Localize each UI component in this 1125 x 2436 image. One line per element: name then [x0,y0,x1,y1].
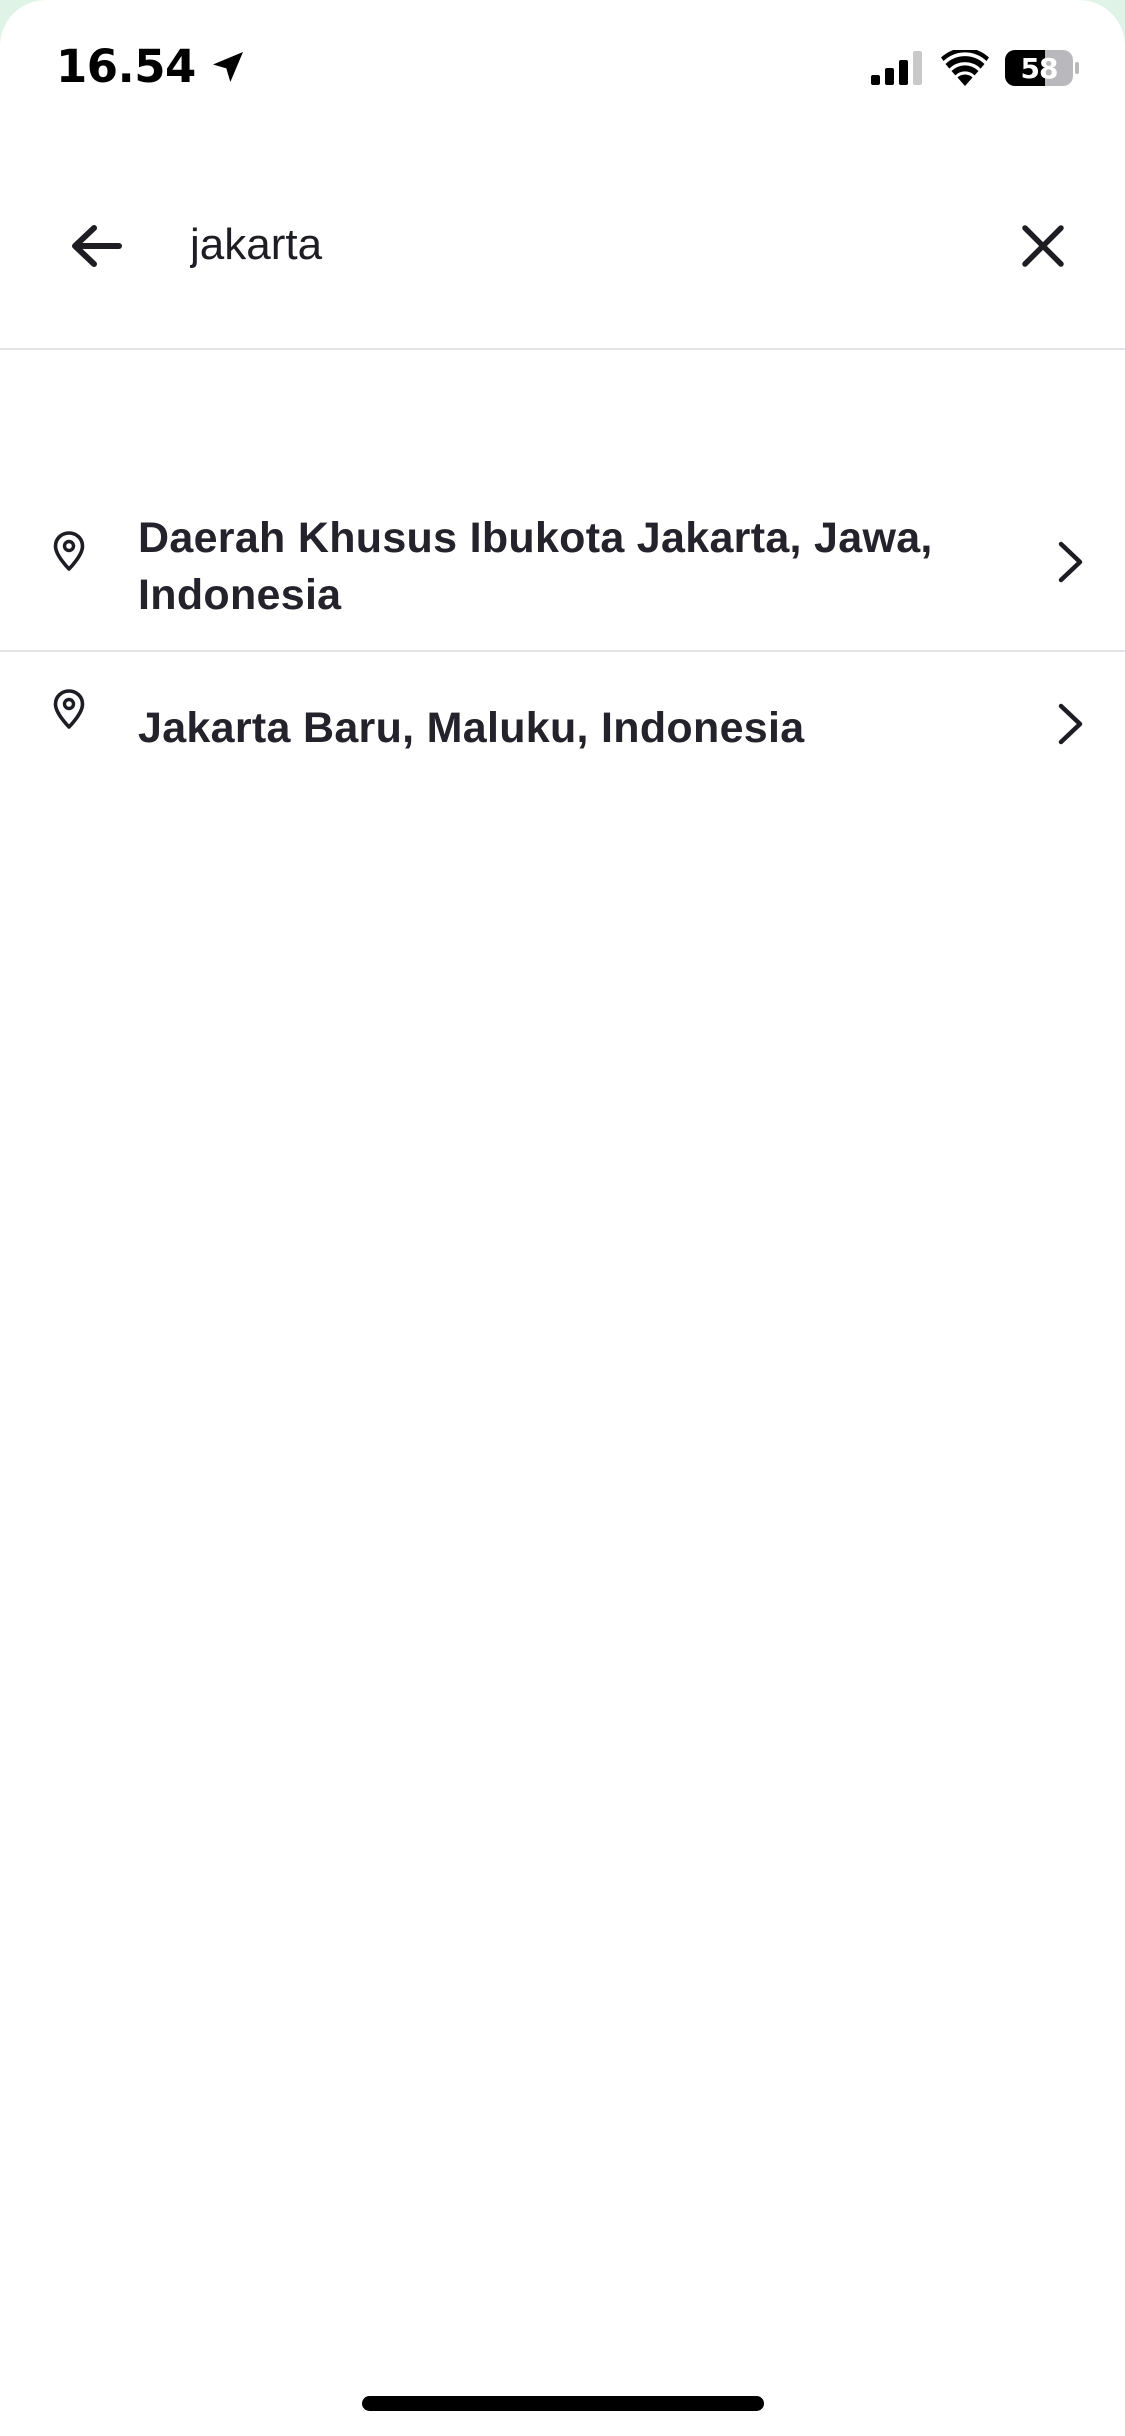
status-time-text: 16.54 [56,40,196,93]
battery: 58 [1005,50,1079,86]
chevron-right-icon [1058,703,1083,745]
search-screen: 16.54 58 jakarta Daerah Khusus Ibukota J… [0,0,1125,2436]
close-icon [1022,225,1064,267]
list-item[interactable]: Jakarta Baru, Maluku, Indonesia [0,652,1125,826]
back-arrow-icon [72,225,122,267]
location-pin-icon [53,689,85,729]
location-arrow-icon [212,51,243,82]
status-icons: 58 [871,50,1079,86]
search-results-list: Daerah Khusus Ibukota Jakarta, Jawa, Ind… [0,470,1125,826]
home-indicator[interactable] [362,2396,764,2411]
signal-icon [871,51,922,85]
search-input[interactable] [190,200,970,290]
search-header [0,160,1125,350]
back-button[interactable] [58,208,134,284]
result-label: Jakarta Baru, Maluku, Indonesia [138,704,805,752]
battery-level: 58 [1020,51,1059,85]
status-time: 16.54 [56,40,248,93]
chevron-right-icon [1058,541,1083,583]
result-label: Daerah Khusus Ibukota Jakarta, Jawa, Ind… [138,514,933,619]
status-bar: 16.54 58 [0,0,1125,140]
wifi-icon [941,50,989,86]
list-item[interactable]: Daerah Khusus Ibukota Jakarta, Jawa, Ind… [0,470,1125,652]
clear-search-button[interactable] [1005,208,1081,284]
location-pin-icon [53,531,85,571]
